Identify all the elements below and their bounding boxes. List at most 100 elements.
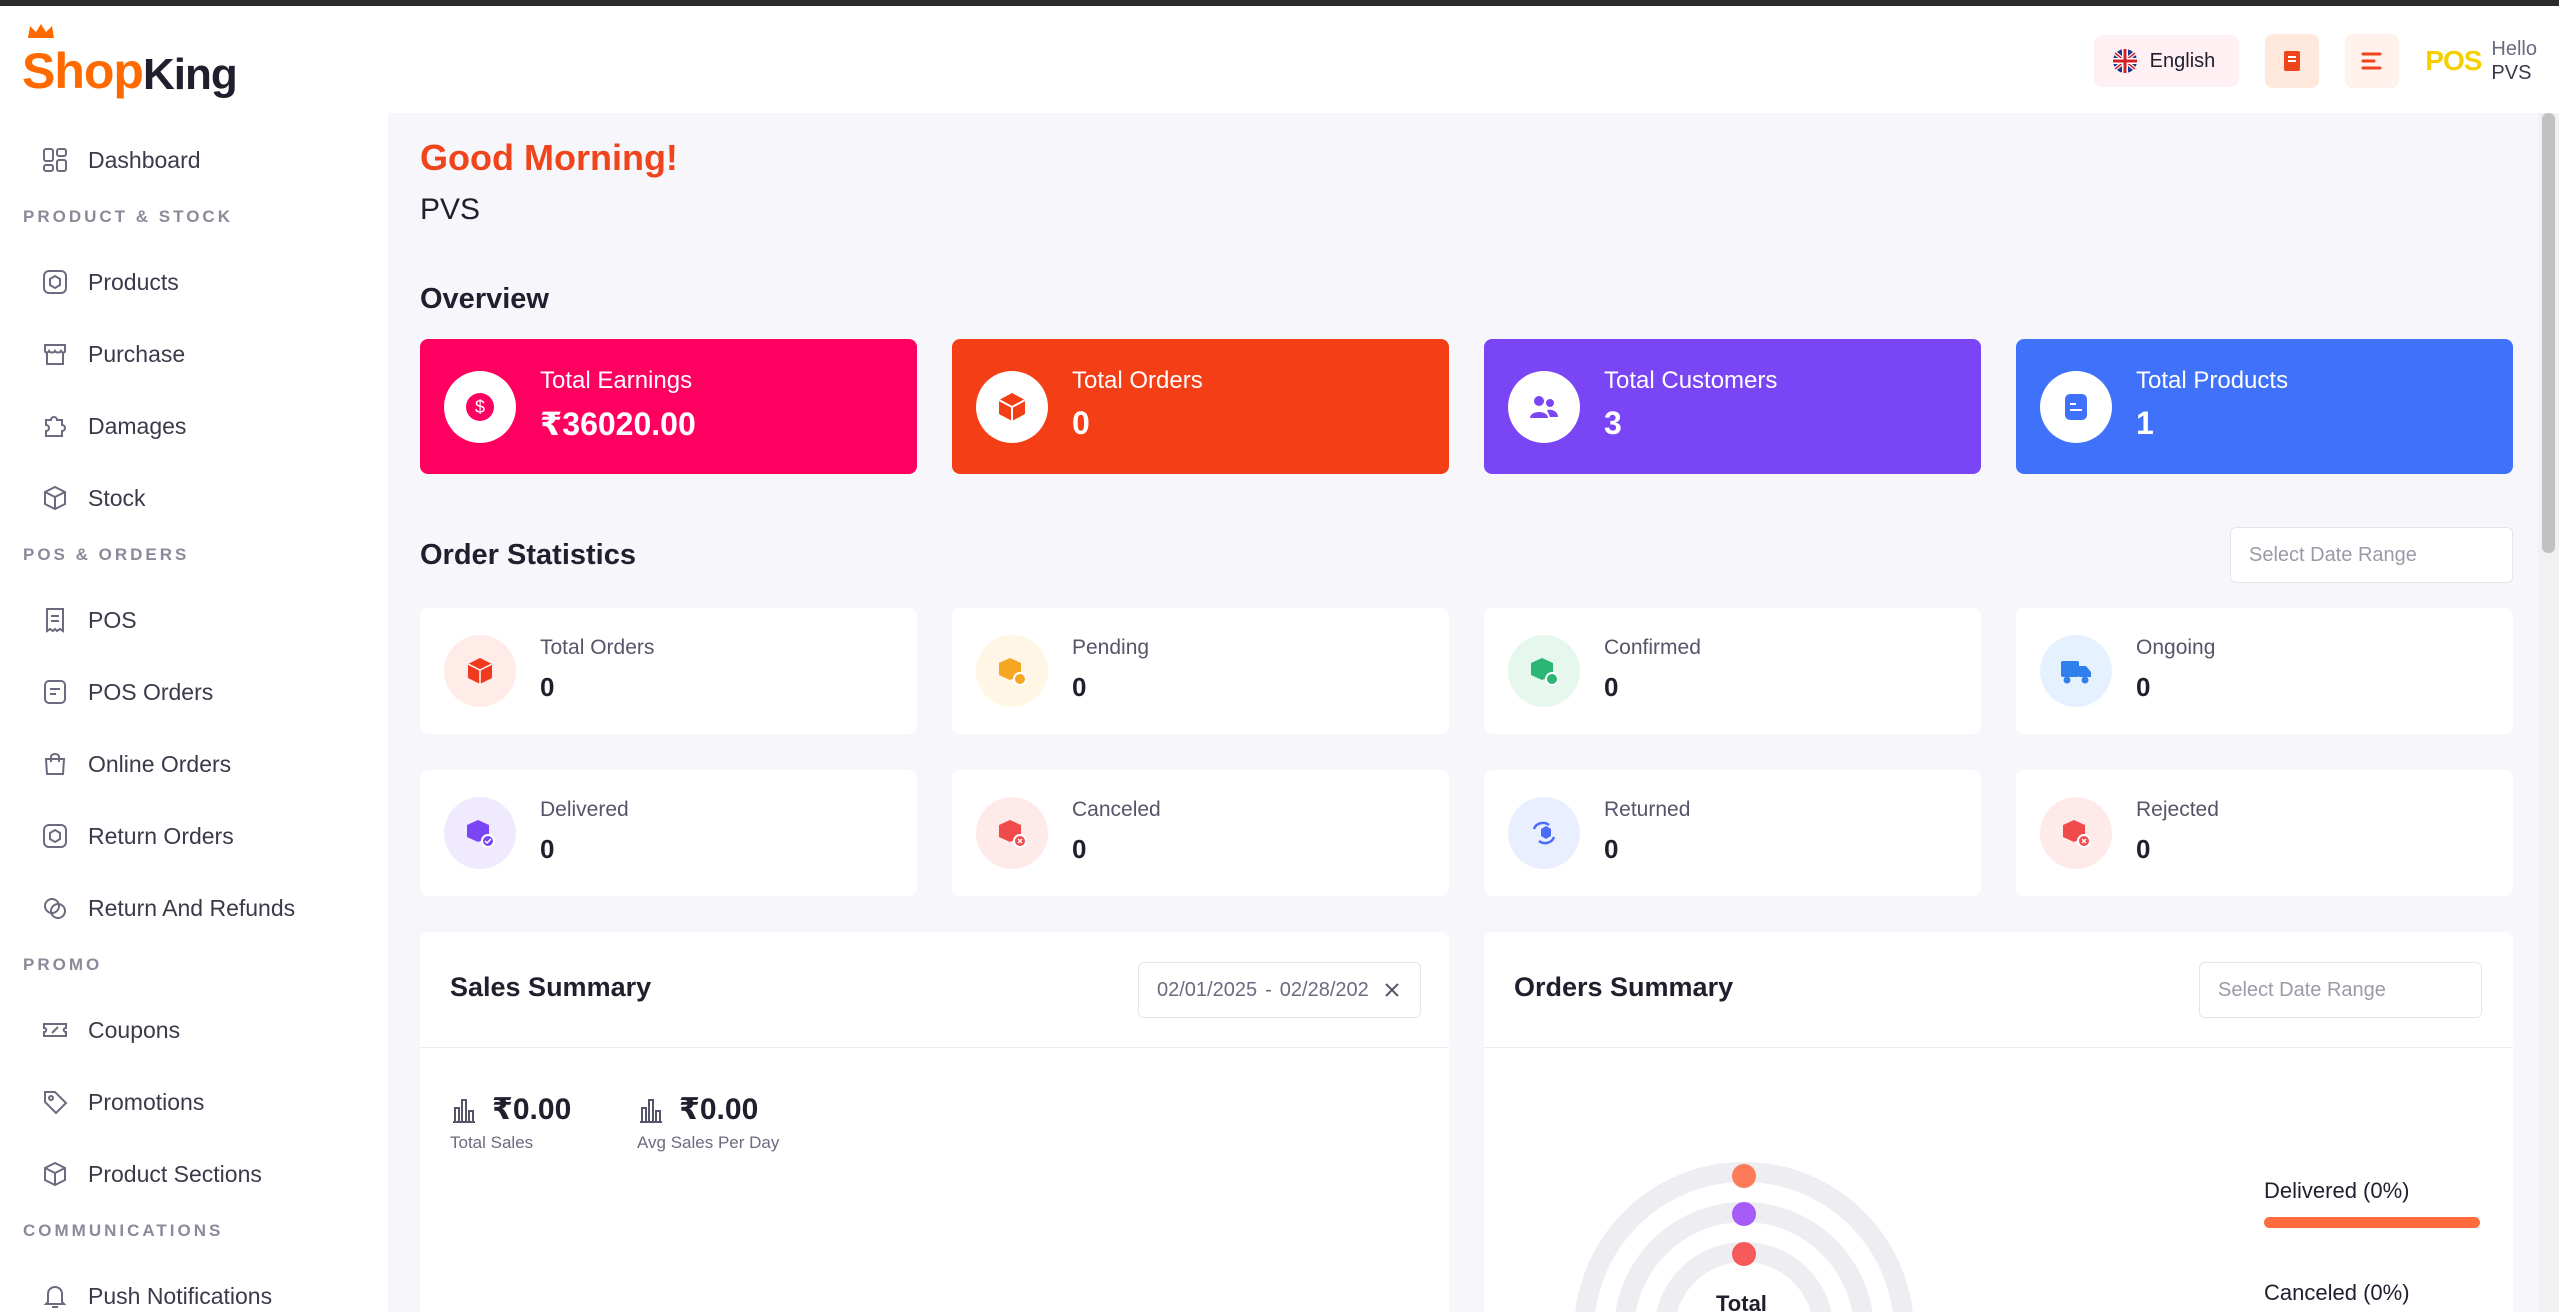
user-greeting: Hello PVS bbox=[2491, 37, 2537, 85]
order-stats-date-range[interactable]: Select Date Range bbox=[2230, 527, 2513, 583]
sales-summary-header: Sales Summary 02/01/2025 - 02/28/202 bbox=[420, 932, 1449, 1048]
sidebar-item-label: Online Orders bbox=[88, 750, 232, 777]
stat-value: 0 bbox=[1604, 834, 1619, 864]
order-statistics-title: Order Statistics bbox=[420, 539, 636, 571]
sidebar-item-online-orders[interactable]: Online Orders bbox=[40, 744, 231, 784]
user-profile[interactable]: POS Hello PVS bbox=[2425, 37, 2537, 85]
document-icon bbox=[2040, 371, 2112, 443]
canceled-box-icon bbox=[976, 797, 1048, 869]
sidebar: Dashboard PRODUCT & STOCK Products Purch… bbox=[0, 113, 388, 1312]
shop-icon bbox=[44, 344, 66, 365]
box-icon bbox=[43, 270, 67, 294]
stat-card-pending[interactable]: Pending 0 bbox=[952, 608, 1449, 734]
date-from: 02/01/2025 bbox=[1157, 978, 1258, 1001]
puzzle-icon bbox=[45, 416, 66, 437]
sidebar-item-label: Dashboard bbox=[88, 146, 201, 173]
date-to: 02/28/202 bbox=[1279, 978, 1369, 1001]
stat-label: Confirmed bbox=[1604, 636, 1701, 659]
sidebar-item-pos[interactable]: POS bbox=[40, 600, 137, 640]
sidebar-item-label: Push Notifications bbox=[88, 1282, 273, 1309]
orders-radial-chart bbox=[1575, 1162, 1913, 1312]
overview-card-earnings[interactable]: $ Total Earnings ₹36020.00 bbox=[420, 339, 917, 474]
stat-label: Ongoing bbox=[2136, 636, 2216, 659]
dashboard-icon bbox=[43, 148, 67, 172]
sales-summary-panel: Sales Summary 02/01/2025 - 02/28/202 ₹0.… bbox=[420, 932, 1449, 1312]
sidebar-item-label: POS bbox=[88, 606, 137, 633]
stat-card-ongoing[interactable]: Ongoing 0 bbox=[2016, 608, 2513, 734]
sidebar-item-return-refunds[interactable]: Return And Refunds bbox=[40, 888, 295, 928]
cube-icon bbox=[976, 371, 1048, 443]
confirmed-box-icon bbox=[1508, 635, 1580, 707]
sidebar-item-product-sections[interactable]: Product Sections bbox=[40, 1154, 262, 1194]
sidebar-item-promotions[interactable]: Promotions bbox=[40, 1082, 204, 1122]
radial-dot-canceled bbox=[1732, 1202, 1756, 1226]
sidebar-item-return-orders[interactable]: Return Orders bbox=[40, 816, 234, 856]
stat-label: Canceled bbox=[1072, 798, 1161, 821]
sidebar-item-products[interactable]: Products bbox=[40, 262, 179, 302]
language-label: English bbox=[2149, 49, 2216, 72]
date-range-placeholder: Select Date Range bbox=[2249, 543, 2417, 566]
stat-value: 0 bbox=[1072, 672, 1087, 702]
stat-card-returned[interactable]: Returned 0 bbox=[1484, 770, 1981, 896]
page-scrollbar-thumb[interactable] bbox=[2542, 113, 2555, 553]
stat-card-confirmed[interactable]: Confirmed 0 bbox=[1484, 608, 1981, 734]
box-icon bbox=[444, 635, 516, 707]
svg-text:$: $ bbox=[475, 397, 485, 417]
sidebar-item-stock[interactable]: Stock bbox=[40, 478, 146, 518]
overview-card-customers[interactable]: Total Customers 3 bbox=[1484, 339, 1981, 474]
bell-icon bbox=[43, 1285, 67, 1308]
avg-sales-caption: Avg Sales Per Day bbox=[637, 1133, 780, 1152]
sales-summary-title: Sales Summary bbox=[450, 972, 652, 1002]
overview-card-value: 0 bbox=[1072, 405, 1090, 441]
radial-center-label: Total bbox=[1716, 1291, 1767, 1312]
user-name: PVS bbox=[2491, 62, 2532, 84]
orders-date-range-input[interactable]: Select Date Range bbox=[2199, 962, 2482, 1018]
menu-toggle-button[interactable] bbox=[2345, 34, 2400, 88]
orders-summary-header: Orders Summary Select Date Range bbox=[1484, 932, 2513, 1048]
stat-card-rejected[interactable]: Rejected 0 bbox=[2016, 770, 2513, 896]
sidebar-item-label: Damages bbox=[88, 412, 187, 439]
pos-orders-icon bbox=[44, 680, 66, 704]
overview-card-products[interactable]: Total Products 1 bbox=[2016, 339, 2513, 474]
sidebar-item-push-notifications[interactable]: Push Notifications bbox=[40, 1276, 272, 1312]
stat-label: Pending bbox=[1072, 636, 1150, 659]
sidebar-item-purchase[interactable]: Purchase bbox=[40, 334, 185, 374]
sidebar-item-label: Return Orders bbox=[88, 822, 234, 849]
stat-value: 0 bbox=[540, 834, 555, 864]
date-range-placeholder: Select Date Range bbox=[2218, 978, 2386, 1001]
stat-value: 0 bbox=[1604, 672, 1619, 702]
pending-box-icon bbox=[976, 635, 1048, 707]
overview-card-orders[interactable]: Total Orders 0 bbox=[952, 339, 1449, 474]
return-box-icon bbox=[43, 824, 67, 848]
stat-card-total-orders[interactable]: Total Orders 0 bbox=[420, 608, 917, 734]
legend-delivered-bar bbox=[2264, 1217, 2480, 1228]
truck-icon bbox=[2040, 635, 2112, 707]
sales-date-range-input[interactable]: 02/01/2025 - 02/28/202 bbox=[1138, 962, 1421, 1018]
stat-value: 0 bbox=[2136, 834, 2151, 864]
stat-card-delivered[interactable]: Delivered 0 bbox=[420, 770, 917, 896]
main-content: Good Morning! PVS Overview $ Total Earni… bbox=[388, 113, 2538, 1312]
receipt-icon bbox=[46, 608, 64, 633]
sidebar-item-label: Promotions bbox=[88, 1088, 205, 1115]
overview-card-value: 1 bbox=[2136, 405, 2154, 441]
close-icon[interactable] bbox=[1383, 981, 1401, 999]
stat-card-canceled[interactable]: Canceled 0 bbox=[952, 770, 1449, 896]
overview-card-label: Total Earnings bbox=[540, 367, 693, 394]
delivered-box-icon bbox=[444, 797, 516, 869]
pos-receipt-button[interactable] bbox=[2265, 34, 2320, 88]
header-actions: English POS Hello PVS bbox=[2093, 34, 2537, 88]
shopking-logo[interactable]: Shop King bbox=[22, 24, 238, 100]
overview-card-value: 3 bbox=[1604, 405, 1622, 441]
sidebar-item-damages[interactable]: Damages bbox=[40, 406, 186, 446]
stat-label: Total Orders bbox=[540, 636, 655, 659]
rejected-box-icon bbox=[2040, 797, 2112, 869]
section-promo: PROMO bbox=[23, 955, 103, 974]
sidebar-item-dashboard[interactable]: Dashboard bbox=[40, 140, 201, 180]
total-sales-stat: ₹0.00 Total Sales bbox=[450, 1092, 571, 1153]
language-selector[interactable]: English bbox=[2093, 35, 2240, 87]
refund-icon bbox=[44, 898, 66, 919]
sidebar-item-coupons[interactable]: Coupons bbox=[40, 1010, 180, 1050]
overview-card-value: ₹36020.00 bbox=[540, 406, 696, 442]
sidebar-item-pos-orders[interactable]: POS Orders bbox=[40, 672, 213, 712]
overview-card-label: Total Products bbox=[2136, 367, 2289, 394]
